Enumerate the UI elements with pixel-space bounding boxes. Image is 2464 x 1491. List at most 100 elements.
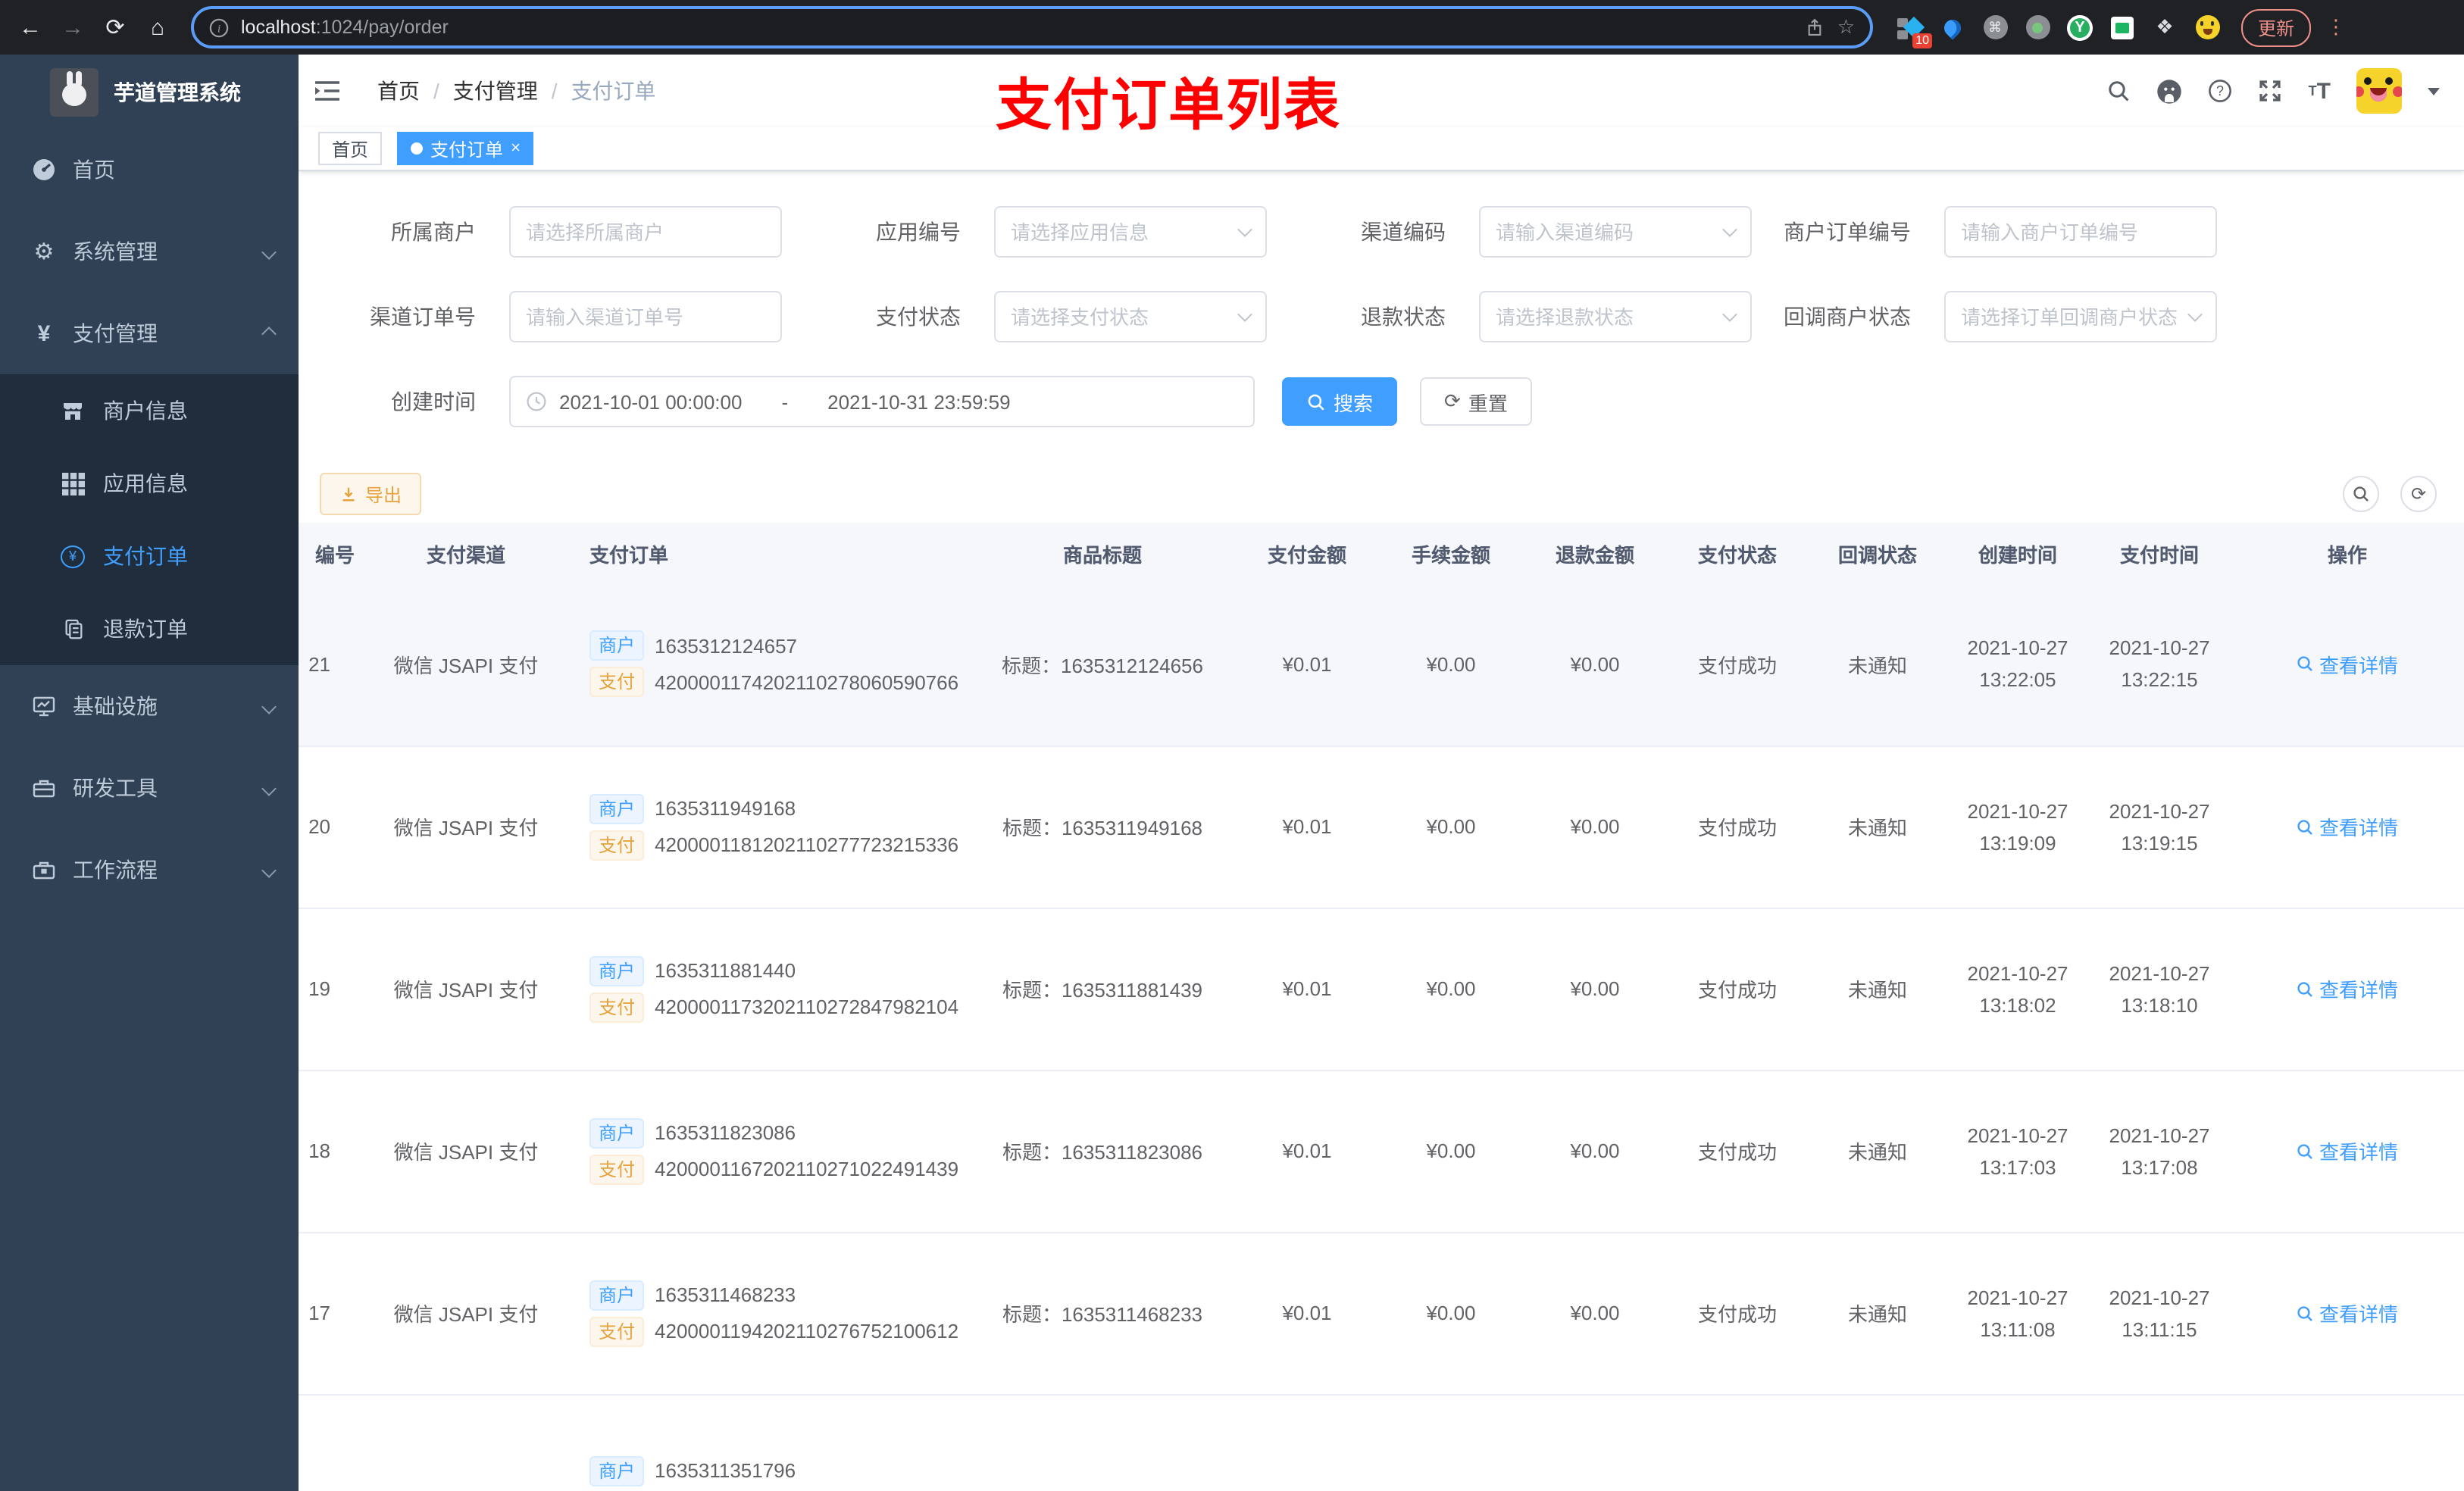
sidebar-item-workflow[interactable]: 工作流程 [0, 829, 299, 911]
app-select[interactable] [994, 206, 1267, 258]
table-refresh-button[interactable]: ⟳ [2400, 476, 2437, 512]
channel-code-select[interactable] [1479, 206, 1752, 258]
chevron-down-icon [261, 780, 277, 796]
user-avatar[interactable] [2356, 68, 2402, 114]
pay-tag: 支付 [589, 1316, 645, 1346]
sidebar-item-system[interactable]: ⚙ 系统管理 [0, 211, 299, 292]
merchant-order-no-input[interactable] [1961, 220, 2200, 243]
site-info-icon[interactable]: i [209, 17, 229, 37]
view-detail-link[interactable]: 查看详情 [2297, 974, 2398, 1003]
order-id: 21 [308, 652, 330, 676]
refund-amount-value: ¥0.00 [1570, 1139, 1620, 1162]
view-detail-link[interactable]: 查看详情 [2297, 1299, 2398, 1327]
extensions-puzzle-icon[interactable]: ❖ [2152, 14, 2178, 40]
channel-code-input[interactable] [1496, 220, 1724, 243]
toolbox-icon [30, 776, 58, 800]
channel-order-no-input[interactable] [526, 305, 765, 328]
merchant-order-no-field[interactable] [1944, 206, 2217, 258]
sidebar-item-label: 基础设施 [73, 694, 158, 718]
sidebar-item-home[interactable]: 首页 [0, 129, 299, 211]
yen-circle-icon: ¥ [61, 545, 85, 567]
bookmark-star-icon[interactable]: ☆ [1837, 15, 1855, 39]
sidebar-collapse-icon[interactable] [314, 76, 344, 106]
merchant-input[interactable] [526, 220, 765, 243]
sidebar-item-payment[interactable]: ¥ 支付管理 [0, 292, 299, 374]
merchant-order-no-value: 1635311949168 [655, 797, 796, 820]
notify-status-select[interactable] [1944, 291, 2217, 342]
pay-amount-value: ¥0.01 [1282, 1139, 1332, 1162]
extension-icon-5[interactable]: Y [2067, 14, 2093, 40]
extension-icon-1[interactable]: 10 [1897, 14, 1932, 48]
product-title-value: 标题：1635311881439 [1002, 979, 1203, 1002]
merchant-select[interactable] [509, 206, 782, 258]
create-time-range-picker[interactable]: 2021-10-01 00:00:00 - 2021-10-31 23:59:5… [509, 376, 1255, 427]
refresh-icon: ⟳ [1444, 389, 1461, 412]
extension-icon-6[interactable] [2109, 14, 2135, 40]
sidebar-item-merchant-info[interactable]: 商户信息 [0, 374, 299, 447]
github-icon[interactable] [2157, 78, 2183, 104]
notify-status-value: 未通知 [1847, 979, 1907, 1002]
pay-tag: 支付 [589, 830, 645, 860]
pay-time-value: 13:11:15 [2122, 1318, 2197, 1340]
breadcrumb-payment[interactable]: 支付管理 [453, 76, 538, 106]
app-select-input[interactable] [1011, 220, 1240, 243]
sidebar-item-devtools[interactable]: 研发工具 [0, 747, 299, 829]
share-icon[interactable] [1806, 17, 1825, 37]
refund-status-select[interactable] [1479, 291, 1752, 342]
range-start-value: 2021-10-01 00:00:00 [559, 390, 743, 413]
browser-back-button[interactable]: ← [12, 9, 48, 45]
toggle-search-button[interactable] [2343, 476, 2379, 512]
font-size-icon[interactable]: TT [2309, 78, 2331, 104]
help-icon[interactable]: ? [2209, 79, 2233, 103]
search-button[interactable]: 搜索 [1282, 377, 1398, 426]
refund-amount-value: ¥0.00 [1570, 1302, 1620, 1324]
extension-icon-3[interactable]: ⌘ [1982, 14, 2008, 40]
chrome-update-button[interactable]: 更新 [2241, 8, 2312, 46]
sidebar-item-app-info[interactable]: 应用信息 [0, 447, 299, 520]
fee-amount-value: ¥0.00 [1426, 977, 1476, 1000]
close-icon[interactable]: × [511, 139, 521, 158]
col-create-time: 创建时间 [1947, 523, 2088, 583]
view-detail-link[interactable]: 查看详情 [2297, 812, 2398, 841]
browser-menu-icon[interactable]: ⋮ [2326, 15, 2346, 39]
pay-status-value: 支付成功 [1697, 979, 1777, 1002]
export-button[interactable]: 导出 [320, 473, 422, 515]
product-title-value: 标题：1635311823086 [1002, 1141, 1203, 1164]
breadcrumb-home[interactable]: 首页 [377, 76, 420, 106]
app-logo-row[interactable]: 芋道管理系统 [0, 55, 299, 129]
channel-order-no-field[interactable] [509, 291, 782, 342]
extension-icon-4[interactable] [2025, 14, 2050, 40]
view-detail-link[interactable]: 查看详情 [2297, 1136, 2398, 1165]
reset-button[interactable]: ⟳ 重置 [1420, 377, 1532, 426]
avatar-caret-icon[interactable] [2428, 87, 2440, 95]
search-icon [2353, 486, 2369, 502]
pay-time-value: 13:22:15 [2121, 668, 2198, 692]
browser-forward-button[interactable]: → [55, 9, 91, 45]
notify-status-input[interactable] [1961, 305, 2190, 328]
pay-status-select[interactable] [994, 291, 1267, 342]
monitor-chart-icon [30, 694, 58, 718]
extension-icon-2[interactable] [1940, 14, 1965, 40]
browser-home-button[interactable]: ⌂ [139, 9, 176, 45]
pay-status-input[interactable] [1011, 305, 1240, 328]
breadcrumb-current: 支付订单 [571, 79, 656, 103]
magnifier-icon [2298, 1305, 2313, 1321]
filter-label-refund-status: 退款状态 [1361, 305, 1446, 329]
extension-icon-7[interactable] [2194, 14, 2220, 40]
pay-channel-value: 微信 JSAPI 支付 [393, 1303, 539, 1326]
view-detail-link[interactable]: 查看详情 [2297, 650, 2398, 679]
sidebar-item-pay-order[interactable]: ¥ 支付订单 [0, 520, 299, 592]
sidebar-item-infrastructure[interactable]: 基础设施 [0, 665, 299, 747]
merchant-order-no-value: 1635312124657 [655, 634, 798, 658]
sidebar-item-refund-order[interactable]: 退款订单 [0, 592, 299, 665]
tab-pay-order[interactable]: 支付订单 × [397, 132, 534, 165]
fullscreen-icon[interactable] [2259, 79, 2283, 103]
pay-tag: 支付 [589, 1154, 645, 1184]
header-search-icon[interactable] [2107, 79, 2131, 103]
order-row: 19 微信 JSAPI 支付 商户 1635311881440 支付 4200001… [299, 908, 2464, 1071]
refund-status-input[interactable] [1496, 305, 1724, 328]
browser-reload-button[interactable]: ⟳ [97, 9, 133, 45]
address-bar[interactable]: i localhost:1024/pay/order ☆ [191, 6, 1873, 48]
tab-home[interactable]: 首页 [318, 132, 383, 165]
merchant-order-no-value: 1635311468233 [655, 1283, 796, 1306]
